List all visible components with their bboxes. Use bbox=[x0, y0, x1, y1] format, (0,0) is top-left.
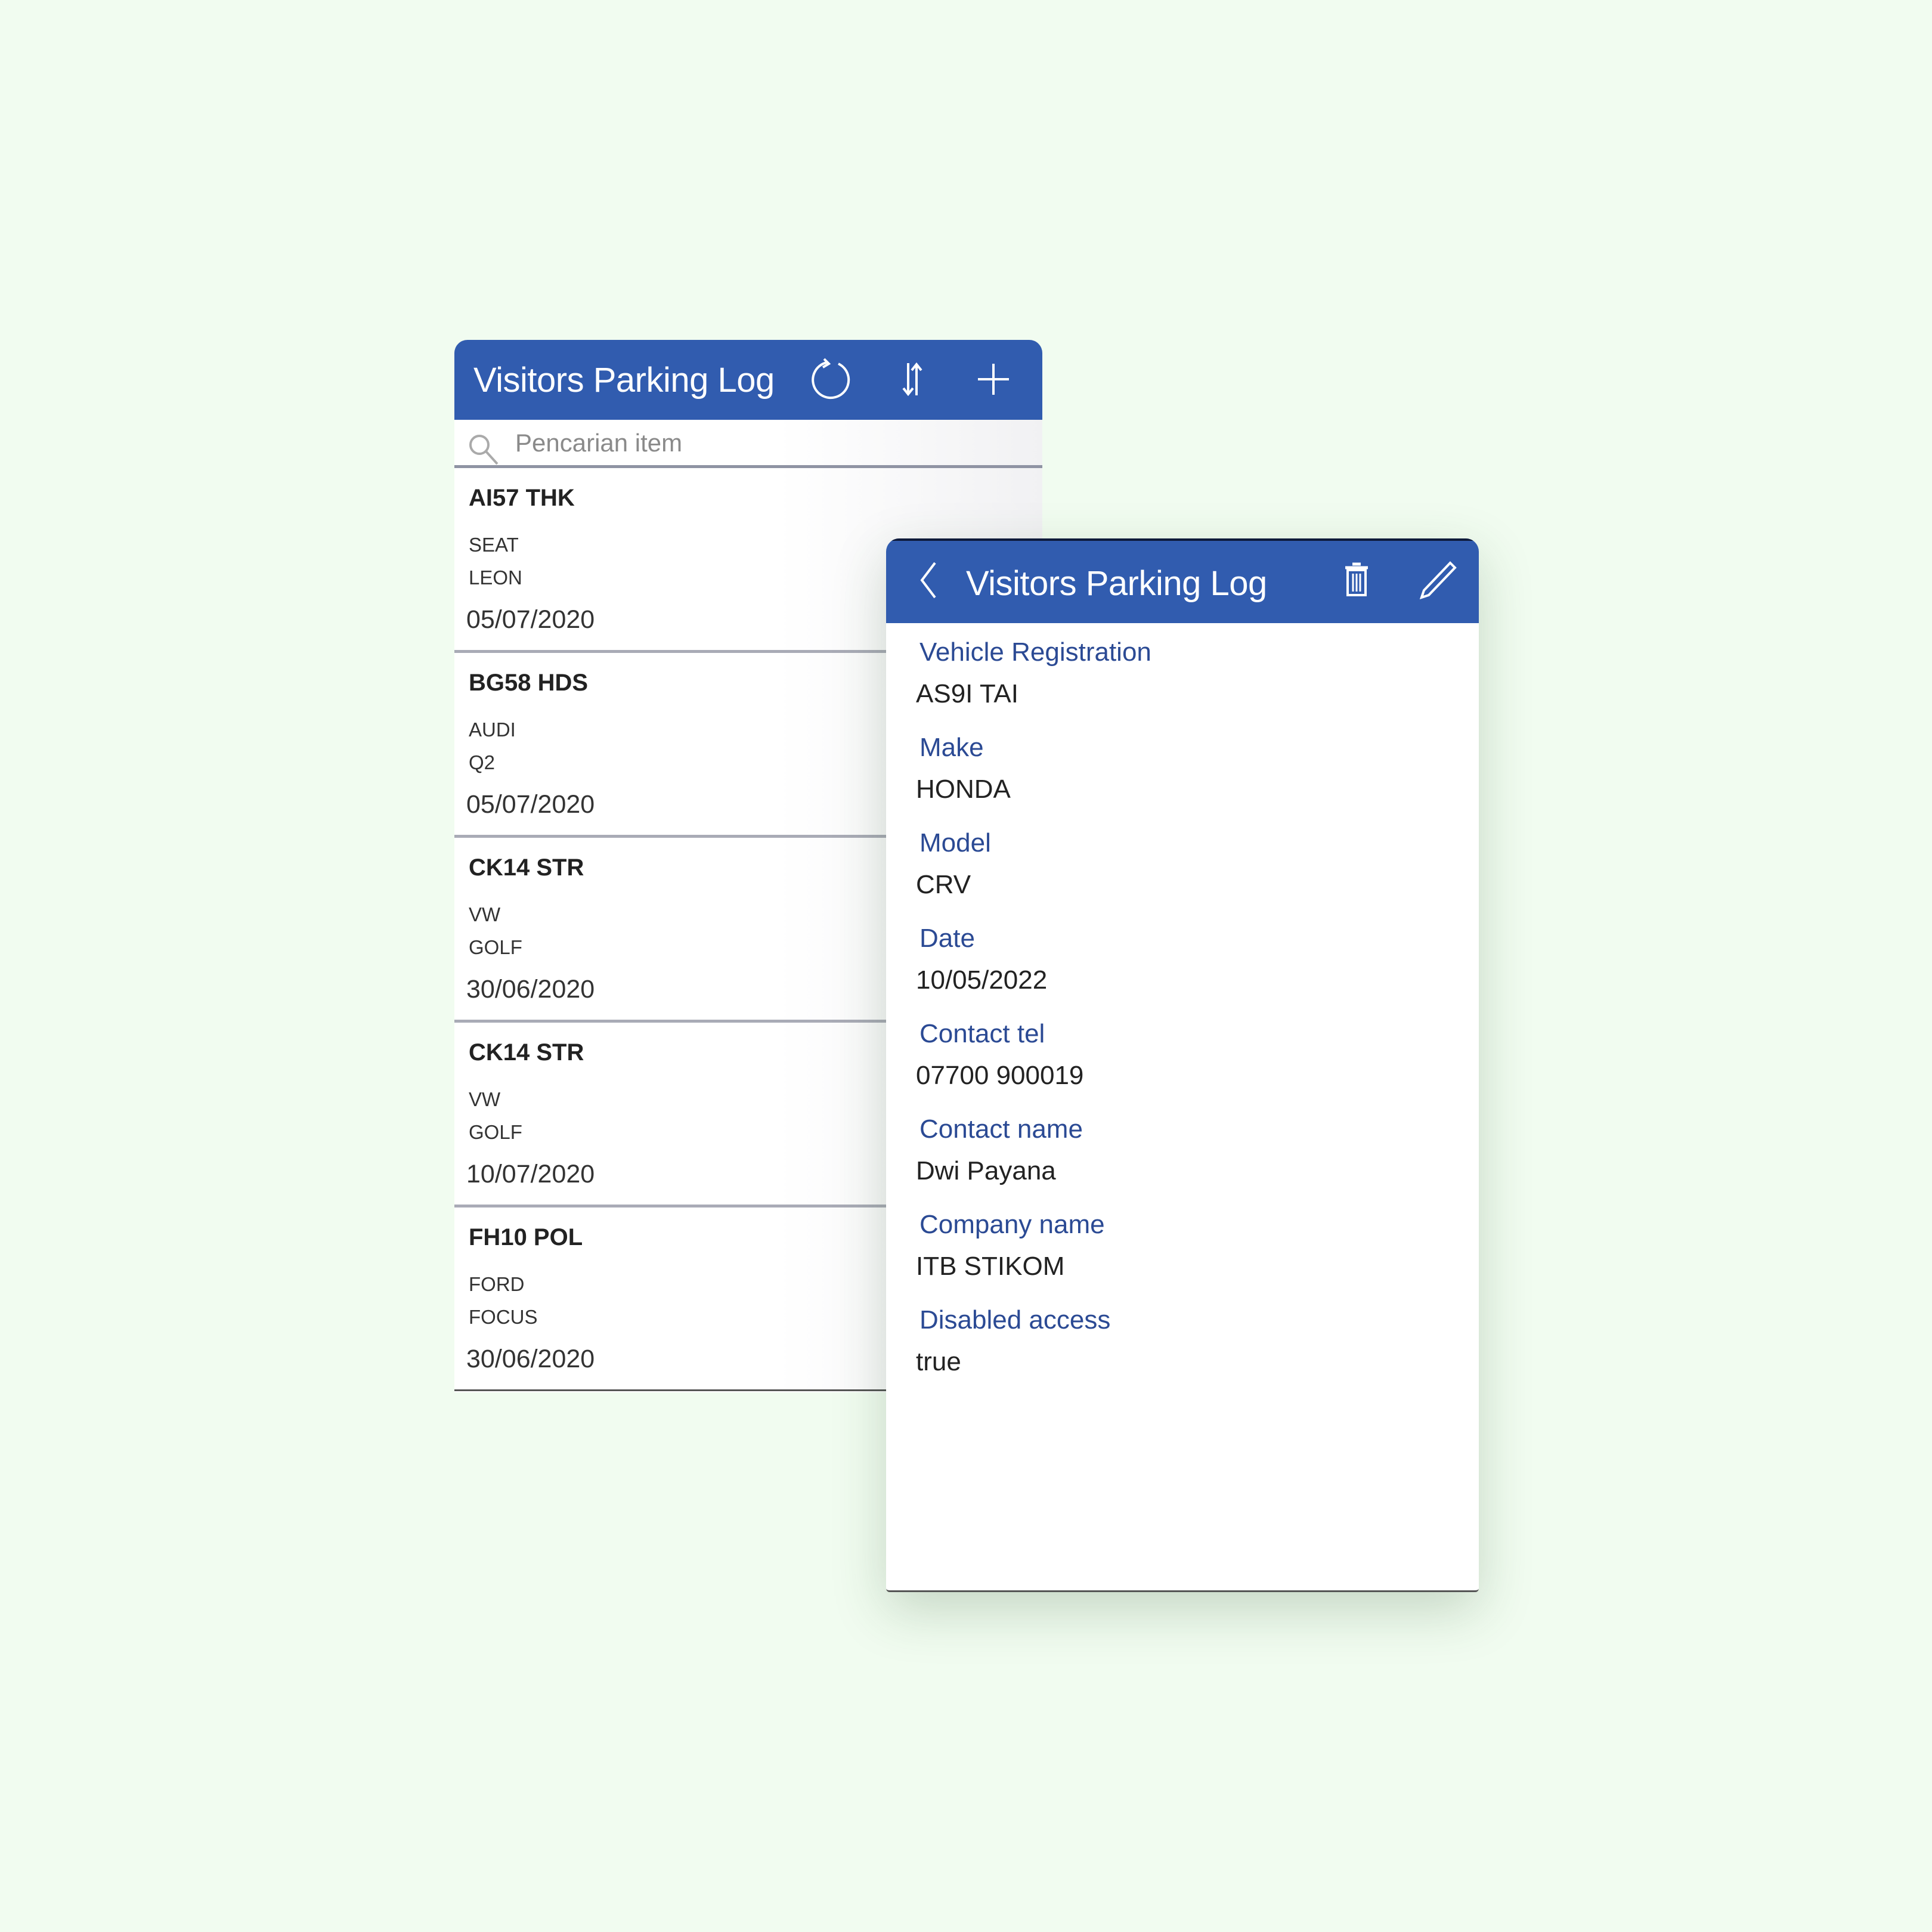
item-date: 05/07/2020 bbox=[466, 790, 595, 819]
item-registration: AI57 THK bbox=[469, 485, 575, 511]
sort-icon[interactable] bbox=[888, 355, 936, 403]
delete-icon[interactable] bbox=[1333, 556, 1380, 604]
item-make: VW bbox=[469, 903, 501, 925]
field-value: ITB STIKOM bbox=[916, 1252, 1065, 1281]
field-value: AS9I TAI bbox=[916, 679, 1019, 708]
list-header: Visitors Parking Log bbox=[454, 340, 1042, 420]
item-make: SEAT bbox=[469, 534, 519, 556]
detail-title: Visitors Parking Log bbox=[966, 564, 1267, 603]
item-model: GOLF bbox=[469, 1121, 522, 1143]
item-date: 30/06/2020 bbox=[466, 1345, 595, 1373]
item-registration: CK14 STR bbox=[469, 854, 584, 881]
list-title: Visitors Parking Log bbox=[473, 361, 775, 400]
field-value: CRV bbox=[916, 870, 971, 899]
edit-icon[interactable] bbox=[1414, 556, 1462, 604]
item-registration: BG58 HDS bbox=[469, 670, 589, 696]
item-make: VW bbox=[469, 1088, 501, 1110]
item-make: FORD bbox=[469, 1273, 525, 1295]
field-label: Make bbox=[919, 733, 984, 762]
field-label: Date bbox=[919, 924, 975, 953]
item-registration: FH10 POL bbox=[469, 1224, 583, 1250]
field-value: HONDA bbox=[916, 775, 1011, 804]
detail-header: Visitors Parking Log bbox=[886, 538, 1479, 623]
item-model: Q2 bbox=[469, 751, 496, 773]
field-label: Company name bbox=[919, 1210, 1105, 1239]
search-icon bbox=[466, 432, 502, 470]
item-model: FOCUS bbox=[469, 1306, 538, 1328]
search-bar bbox=[454, 420, 1042, 468]
item-model: GOLF bbox=[469, 936, 522, 958]
refresh-icon[interactable] bbox=[807, 355, 855, 403]
field-value: 10/05/2022 bbox=[916, 965, 1048, 995]
item-date: 10/07/2020 bbox=[466, 1160, 595, 1188]
item-make: AUDI bbox=[469, 719, 516, 741]
back-icon[interactable] bbox=[904, 556, 952, 604]
detail-screen: Visitors Parking Log Vehicle Registratio… bbox=[886, 538, 1479, 1592]
field-value: Dwi Payana bbox=[916, 1156, 1056, 1185]
item-model: LEON bbox=[469, 566, 522, 589]
item-date: 30/06/2020 bbox=[466, 975, 595, 1004]
item-date: 05/07/2020 bbox=[466, 605, 595, 634]
field-value: 07700 900019 bbox=[916, 1061, 1084, 1090]
field-label: Vehicle Registration bbox=[919, 637, 1151, 667]
field-label: Contact tel bbox=[919, 1019, 1045, 1048]
field-value: true bbox=[916, 1347, 961, 1376]
field-label: Contact name bbox=[919, 1114, 1083, 1144]
search-input[interactable] bbox=[514, 428, 993, 458]
field-label: Model bbox=[919, 828, 991, 857]
item-registration: CK14 STR bbox=[469, 1039, 584, 1066]
field-label: Disabled access bbox=[919, 1305, 1111, 1335]
add-icon[interactable] bbox=[970, 355, 1017, 403]
